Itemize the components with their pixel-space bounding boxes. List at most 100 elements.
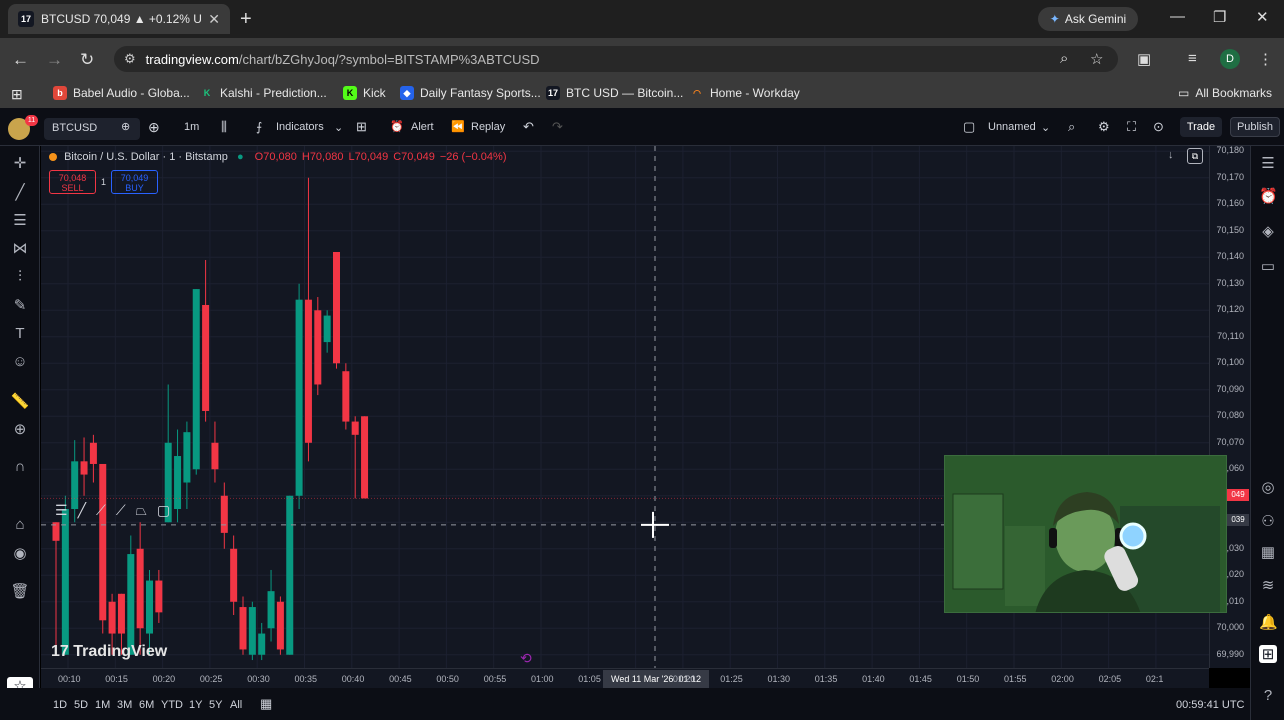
undo-icon[interactable]: ↶: [523, 119, 534, 135]
apps-grid-icon[interactable]: ⊞: [1259, 645, 1277, 663]
alert-clock-icon[interactable]: ⏰: [390, 120, 404, 133]
settings-gear-icon[interactable]: ⚙: [1098, 119, 1110, 135]
range-3m[interactable]: 3M: [117, 699, 132, 711]
bookmark-kalshi[interactable]: K Kalshi - Prediction...: [200, 86, 327, 100]
auto-scale-icon[interactable]: ⧉: [1187, 148, 1203, 164]
redo-icon[interactable]: ↷: [552, 119, 563, 135]
bookmark-kick[interactable]: K Kick: [343, 86, 386, 100]
new-tab-button[interactable]: +: [240, 8, 252, 31]
bookmark-star-icon[interactable]: ☆: [1090, 50, 1103, 68]
publish-button[interactable]: Publish: [1230, 117, 1280, 137]
help-icon[interactable]: ?: [1259, 687, 1277, 704]
lock-icon[interactable]: ⌂: [10, 516, 30, 533]
ruler-icon[interactable]: 📏: [10, 392, 30, 410]
buy-button[interactable]: 70,049 BUY: [111, 170, 158, 194]
trend-line-icon[interactable]: ╱: [10, 183, 30, 201]
zoom-in-icon[interactable]: ⊕: [10, 420, 30, 438]
range-5d[interactable]: 5D: [74, 699, 88, 711]
candles-chart-type-icon[interactable]: ⫼: [221, 119, 227, 135]
crosshair-icon[interactable]: ✛: [10, 154, 30, 172]
maximize-window-icon[interactable]: ❐: [1213, 8, 1226, 26]
bookmark-daily-fantasy[interactable]: ◆ Daily Fantasy Sports...: [400, 86, 541, 100]
time-tick-label: 01:55: [1004, 674, 1027, 684]
text-tool-icon[interactable]: T: [10, 325, 30, 342]
scroll-down-icon[interactable]: ↓: [1168, 149, 1174, 161]
notifications-bell-icon[interactable]: 🔔: [1259, 613, 1278, 631]
add-symbol-icon[interactable]: ⊕: [148, 119, 160, 136]
range-all[interactable]: All: [230, 699, 242, 711]
brush-icon[interactable]: ✎: [10, 296, 30, 314]
eye-icon[interactable]: ◉: [10, 544, 30, 562]
indicators-icon[interactable]: ⨍: [256, 120, 262, 134]
range-1y[interactable]: 1Y: [189, 699, 202, 711]
object-tree-icon[interactable]: ◈: [1259, 222, 1277, 240]
magnet-icon[interactable]: ∩: [10, 458, 30, 475]
minimize-window-icon[interactable]: —: [1170, 8, 1185, 25]
compare-icon[interactable]: ⊕: [121, 120, 130, 133]
layout-name[interactable]: Unnamed: [988, 121, 1036, 133]
fib-retracement-icon[interactable]: ☰: [10, 211, 30, 229]
polyline-icon[interactable]: ⏢: [136, 502, 147, 519]
bookmark-btc-usd[interactable]: 17 BTC USD — Bitcoin...: [546, 86, 683, 100]
all-bookmarks[interactable]: ▭ All Bookmarks: [1178, 86, 1272, 100]
settings-sliders-icon[interactable]: ☰: [55, 502, 68, 519]
indicators-button[interactable]: Indicators: [276, 121, 324, 133]
emoji-icon[interactable]: ☺: [10, 353, 30, 370]
chat-icon[interactable]: ▭: [1259, 257, 1277, 275]
close-tab-icon[interactable]: ✕: [208, 11, 220, 28]
browser-tab[interactable]: 17 BTCUSD 70,049 ▲ +0.12% Unn ✕: [8, 4, 230, 34]
time-axis[interactable]: Wed 11 Mar '26 01:12 00:10 00:15 00:20 00:2…: [41, 668, 1209, 688]
apps-grid-icon[interactable]: ⊞: [11, 86, 23, 103]
tab-search-icon[interactable]: ▣: [1137, 50, 1151, 68]
layout-icon[interactable]: ▢: [963, 119, 975, 135]
camera-icon[interactable]: ⊙: [1153, 119, 1164, 135]
ideas-icon[interactable]: ⚇: [1259, 512, 1277, 530]
drag-handle-icon[interactable]: ⋮: [41, 502, 45, 519]
chevron-down-icon[interactable]: ⌄: [334, 121, 343, 134]
target-icon[interactable]: ◎: [1259, 478, 1277, 496]
forward-arrow-icon[interactable]: →: [46, 50, 63, 70]
close-window-icon[interactable]: ✕: [1256, 8, 1269, 26]
layout-chevron-icon[interactable]: ⌄: [1041, 121, 1050, 134]
browser-menu-icon[interactable]: ⋮: [1258, 50, 1273, 68]
calendar-icon[interactable]: ▦: [1259, 543, 1277, 561]
site-settings-icon[interactable]: ⚙: [124, 51, 136, 67]
ray-tool-icon[interactable]: ⟋: [96, 502, 106, 519]
ask-gemini-button[interactable]: ✦ Ask Gemini: [1038, 7, 1138, 31]
range-5y[interactable]: 5Y: [209, 699, 222, 711]
range-ytd[interactable]: YTD: [161, 699, 183, 711]
candle-body: [146, 580, 153, 634]
bookmark-babel-audio[interactable]: b Babel Audio - Globa...: [53, 86, 190, 100]
replay-button[interactable]: Replay: [471, 121, 505, 133]
rectangle-icon[interactable]: ▢: [157, 502, 170, 519]
back-arrow-icon[interactable]: ←: [12, 50, 29, 70]
templates-icon[interactable]: ⊞: [356, 119, 367, 135]
range-1d[interactable]: 1D: [53, 699, 67, 711]
zoom-icon[interactable]: ⌕: [1060, 50, 1068, 67]
quick-search-icon[interactable]: ⌕: [1068, 119, 1075, 135]
watchlist-icon[interactable]: ☰: [1259, 154, 1277, 172]
trade-button[interactable]: Trade: [1180, 117, 1222, 137]
utc-clock[interactable]: 00:59:41 UTC: [1176, 699, 1244, 711]
replay-marker-icon[interactable]: ⟲: [520, 650, 532, 667]
sell-button[interactable]: 70,048 SELL: [49, 170, 96, 194]
bookmark-workday[interactable]: ◠ Home - Workday: [690, 86, 800, 100]
extended-line-icon[interactable]: ⟋: [116, 502, 126, 519]
alerts-clock-icon[interactable]: ⏰: [1259, 187, 1278, 205]
url-input[interactable]: ⚙ tradingview.com /chart/bZGhyJoq/?symbo…: [114, 46, 1118, 72]
replay-icon[interactable]: ⏪: [451, 120, 465, 133]
forecasting-icon[interactable]: ⫶: [10, 268, 30, 285]
profile-avatar[interactable]: D: [1220, 49, 1240, 69]
fullscreen-icon[interactable]: ⛶: [1127, 119, 1136, 135]
trash-icon[interactable]: 🗑: [10, 582, 30, 600]
date-range-calendar-icon[interactable]: ▦: [260, 696, 272, 712]
pattern-icon[interactable]: ⋈: [10, 239, 30, 257]
reload-icon[interactable]: ↻: [80, 50, 94, 70]
media-controls-icon[interactable]: ≡: [1188, 50, 1197, 67]
streams-icon[interactable]: ≋: [1259, 576, 1277, 594]
range-1m[interactable]: 1M: [95, 699, 110, 711]
line-tool-icon[interactable]: ╱: [78, 502, 86, 519]
range-6m[interactable]: 6M: [139, 699, 154, 711]
interval-button[interactable]: 1m: [184, 121, 199, 133]
alert-button[interactable]: Alert: [411, 121, 434, 133]
